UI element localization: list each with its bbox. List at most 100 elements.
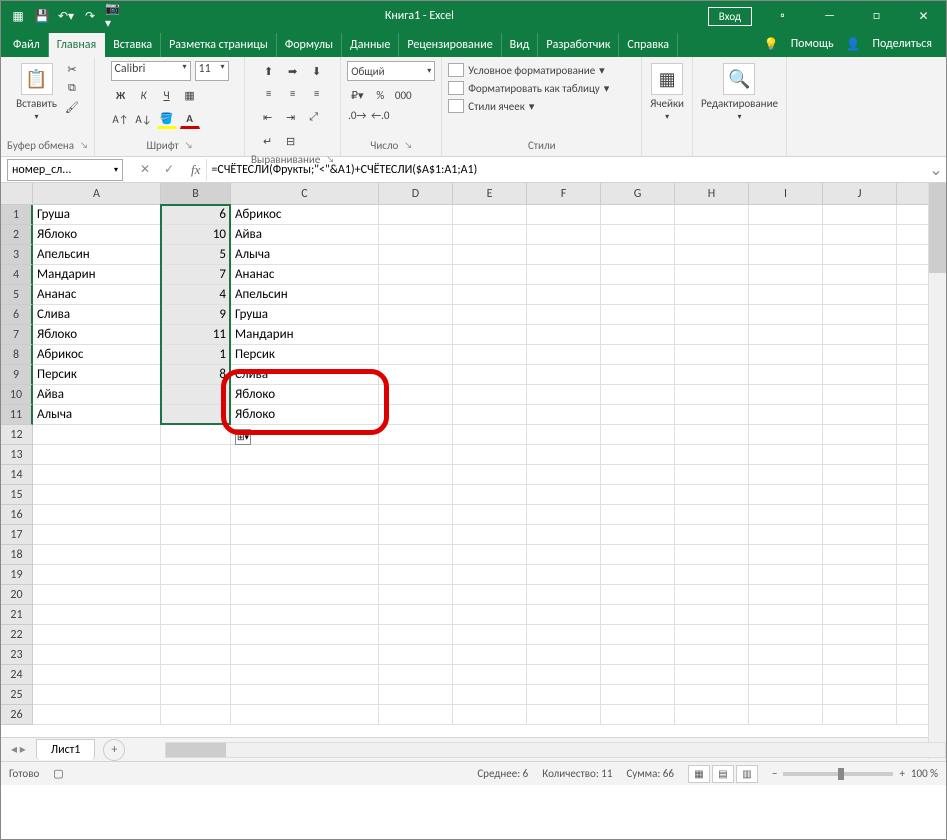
cell[interactable] — [231, 425, 379, 445]
row-header[interactable]: 17 — [1, 525, 33, 545]
cell[interactable] — [749, 425, 823, 445]
cell[interactable] — [33, 605, 161, 625]
cell[interactable] — [601, 405, 675, 425]
cell[interactable] — [675, 565, 749, 585]
cell[interactable] — [161, 665, 231, 685]
cell[interactable] — [453, 305, 527, 325]
cell[interactable] — [823, 265, 897, 285]
cell[interactable]: 5 — [161, 245, 231, 265]
cell[interactable]: Ананас — [231, 265, 379, 285]
font-name-select[interactable]: Calibri▾ — [111, 61, 191, 81]
zoom-level[interactable]: 100 % — [911, 767, 938, 780]
dec-decimal-icon[interactable]: ←.0 — [370, 105, 390, 125]
cell[interactable] — [527, 425, 601, 445]
login-button[interactable]: Вход — [708, 7, 752, 26]
screenshot-icon[interactable]: 📷▾ — [105, 7, 123, 25]
cell[interactable] — [33, 525, 161, 545]
enter-formula-icon[interactable]: ✓ — [159, 162, 179, 177]
paste-button[interactable]: 📋 Вставить ▾ — [14, 61, 59, 124]
cell[interactable] — [675, 485, 749, 505]
cell[interactable] — [33, 625, 161, 645]
tab-вид[interactable]: Вид — [502, 33, 539, 57]
cell[interactable] — [33, 545, 161, 565]
cell[interactable] — [33, 465, 161, 485]
number-format-select[interactable]: Общий▾ — [347, 61, 435, 81]
macro-record-icon[interactable]: ▢ — [53, 767, 63, 780]
undo-icon[interactable]: ↶▾ — [57, 7, 75, 25]
cell[interactable] — [675, 505, 749, 525]
cell[interactable] — [33, 685, 161, 705]
cell[interactable] — [675, 305, 749, 325]
cell[interactable]: Ананас — [33, 285, 161, 305]
cell[interactable] — [527, 645, 601, 665]
percent-icon[interactable]: % — [370, 85, 390, 105]
underline-button[interactable]: Ч — [157, 85, 177, 105]
row-header[interactable]: 18 — [1, 545, 33, 565]
cell[interactable] — [823, 305, 897, 325]
cell[interactable] — [675, 265, 749, 285]
cell[interactable] — [453, 625, 527, 645]
share-button[interactable]: Поделиться — [873, 37, 932, 52]
cell[interactable] — [161, 645, 231, 665]
cell[interactable] — [675, 425, 749, 445]
cell[interactable] — [601, 205, 675, 225]
normal-view-icon[interactable]: ▦ — [688, 765, 710, 783]
cell[interactable] — [379, 205, 453, 225]
cell[interactable] — [601, 605, 675, 625]
select-all-corner[interactable] — [1, 183, 33, 205]
tell-me-icon[interactable]: 💡 — [764, 37, 779, 52]
cancel-formula-icon[interactable]: ✕ — [135, 162, 155, 177]
dialog-launcher-icon[interactable]: ↘ — [80, 140, 88, 151]
align-center-icon[interactable]: ≡ — [282, 83, 304, 103]
align-left-icon[interactable]: ≡ — [258, 83, 280, 103]
cell[interactable] — [379, 385, 453, 405]
cell[interactable] — [379, 645, 453, 665]
cell[interactable] — [453, 445, 527, 465]
cell[interactable] — [379, 325, 453, 345]
cell[interactable] — [823, 645, 897, 665]
cell[interactable] — [601, 645, 675, 665]
cell[interactable] — [749, 505, 823, 525]
cell[interactable]: Айва — [33, 385, 161, 405]
cell[interactable] — [453, 365, 527, 385]
cell[interactable] — [231, 465, 379, 485]
cell[interactable] — [453, 345, 527, 365]
row-header[interactable]: 20 — [1, 585, 33, 605]
cell[interactable] — [527, 665, 601, 685]
cell[interactable] — [823, 345, 897, 365]
cell[interactable] — [453, 565, 527, 585]
tab-разработчик[interactable]: Разработчик — [538, 33, 619, 57]
cell[interactable] — [749, 385, 823, 405]
inc-decimal-icon[interactable]: .0→ — [347, 105, 367, 125]
cell[interactable] — [379, 665, 453, 685]
cell[interactable] — [379, 545, 453, 565]
cell[interactable] — [675, 325, 749, 345]
cell[interactable] — [161, 405, 231, 425]
spreadsheet-grid[interactable]: ABCDEFGHIJK 1234567891011121314151617181… — [1, 183, 946, 737]
grow-font-icon[interactable]: A↑ — [111, 109, 131, 129]
cell[interactable] — [453, 585, 527, 605]
cell[interactable] — [379, 525, 453, 545]
cell[interactable] — [33, 485, 161, 505]
cell[interactable] — [749, 305, 823, 325]
row-header[interactable]: 7 — [1, 325, 33, 345]
cell[interactable]: 11 — [161, 325, 231, 345]
cell[interactable] — [231, 445, 379, 465]
cell[interactable] — [453, 505, 527, 525]
cell[interactable] — [379, 585, 453, 605]
cell[interactable] — [379, 245, 453, 265]
cell[interactable] — [379, 445, 453, 465]
cells-button[interactable]: ▦ Ячейки ▾ — [648, 61, 686, 124]
row-header[interactable]: 16 — [1, 505, 33, 525]
row-header[interactable]: 26 — [1, 705, 33, 725]
cell[interactable] — [527, 585, 601, 605]
cell[interactable] — [601, 385, 675, 405]
cell[interactable] — [453, 205, 527, 225]
cell[interactable] — [823, 385, 897, 405]
font-color-button[interactable]: А — [180, 109, 200, 129]
cell[interactable] — [823, 705, 897, 725]
cell[interactable] — [231, 705, 379, 725]
cell[interactable]: Айва — [231, 225, 379, 245]
share-icon[interactable]: 👤 — [846, 37, 861, 52]
cell[interactable]: 8 — [161, 365, 231, 385]
